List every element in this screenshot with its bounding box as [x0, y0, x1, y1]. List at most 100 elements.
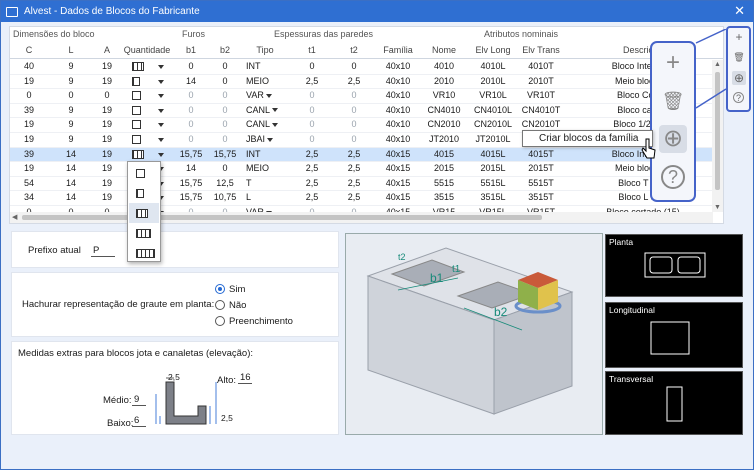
- table-cell-l[interactable]: 9: [52, 76, 90, 86]
- table-cell-b2[interactable]: 0: [208, 76, 242, 86]
- table-cell-l[interactable]: 14: [52, 192, 90, 202]
- quantity-icon[interactable]: [132, 76, 140, 86]
- table-cell-b2[interactable]: 10,75: [208, 192, 242, 202]
- table-cell-t2[interactable]: 2,5: [332, 178, 376, 188]
- quantity-dropdown-arrow-icon[interactable]: [158, 94, 164, 99]
- view-planta[interactable]: Planta: [605, 234, 743, 297]
- table-cell-elong[interactable]: VR10L: [468, 90, 518, 100]
- table-cell-c[interactable]: 19: [10, 163, 48, 173]
- table-row[interactable]: 39 9 19 0 0 CANL 0 0 40x10 CN4010 CN4010L CN4010T Bl…: [10, 104, 713, 119]
- table-cell-a[interactable]: 19: [88, 192, 126, 202]
- table-cell-elong[interactable]: 2010L: [468, 76, 518, 86]
- table-cell-nome[interactable]: VR10: [422, 90, 466, 100]
- type-dropdown-icon[interactable]: [272, 108, 279, 113]
- zoom-delete-icon[interactable]: 🗑: [659, 87, 687, 115]
- table-cell-l[interactable]: 9: [52, 61, 90, 71]
- table-cell-t2[interactable]: 0: [332, 90, 376, 100]
- table-cell-nome[interactable]: 2010: [422, 76, 466, 86]
- column-header[interactable]: A: [88, 45, 126, 55]
- table-cell-c[interactable]: 34: [10, 192, 48, 202]
- quantity-dropdown-arrow-icon[interactable]: [158, 108, 164, 113]
- quantity-icon[interactable]: [132, 62, 144, 71]
- table-cell-c[interactable]: 19: [10, 119, 48, 129]
- table-cell-nome[interactable]: 2015: [422, 163, 466, 173]
- scroll-left-icon[interactable]: ◀: [12, 213, 17, 221]
- table-cell-b2[interactable]: 0: [208, 163, 242, 173]
- table-cell-a[interactable]: 0: [88, 90, 126, 100]
- table-cell-nome[interactable]: JT2010: [422, 134, 466, 144]
- table-cell-l[interactable]: 0: [52, 90, 90, 100]
- column-header[interactable]: Família: [376, 45, 420, 55]
- table-cell-elong[interactable]: CN4010L: [468, 105, 518, 115]
- family-icon[interactable]: ⊕: [732, 71, 746, 85]
- table-cell-c[interactable]: 0: [10, 90, 48, 100]
- table-cell-etrans[interactable]: 2015T: [516, 163, 566, 173]
- table-cell-b1[interactable]: 14: [174, 163, 208, 173]
- quantity-option[interactable]: [129, 183, 159, 203]
- table-cell-a[interactable]: 19: [88, 76, 126, 86]
- quantity-icon[interactable]: [132, 135, 141, 144]
- view-longitudinal[interactable]: Longitudinal: [605, 302, 743, 368]
- table-cell-t2[interactable]: 2,5: [332, 76, 376, 86]
- table-cell-t1[interactable]: 2,5: [290, 178, 334, 188]
- table-cell-tipo[interactable]: MEIO: [242, 163, 288, 173]
- quantity-dropdown-arrow-icon[interactable]: [158, 79, 164, 84]
- table-cell-elong[interactable]: CN2010L: [468, 119, 518, 129]
- table-cell-b1[interactable]: 14: [174, 76, 208, 86]
- table-cell-tipo[interactable]: INT: [242, 61, 288, 71]
- table-cell-nome[interactable]: CN2010: [422, 119, 466, 129]
- table-cell-fam[interactable]: 40x15: [376, 149, 420, 159]
- quantity-dropdown[interactable]: [127, 161, 161, 262]
- column-header[interactable]: Elv Long: [468, 45, 518, 55]
- table-cell-tipo[interactable]: INT: [242, 149, 288, 159]
- table-cell-tipo[interactable]: JBAI: [242, 134, 288, 144]
- quantity-option[interactable]: [129, 203, 159, 223]
- table-cell-c[interactable]: 39: [10, 149, 48, 159]
- quantity-dropdown-arrow-icon[interactable]: [158, 152, 164, 157]
- table-cell-a[interactable]: 19: [88, 119, 126, 129]
- column-header[interactable]: t1: [290, 45, 334, 55]
- table-cell-etrans[interactable]: 4015T: [516, 149, 566, 159]
- table-cell-l[interactable]: 14: [52, 163, 90, 173]
- medio-input[interactable]: 9: [132, 394, 146, 406]
- table-cell-b2[interactable]: 0: [208, 105, 242, 115]
- table-cell-a[interactable]: 19: [88, 134, 126, 144]
- table-cell-elong[interactable]: 4010L: [468, 61, 518, 71]
- close-icon[interactable]: ✕: [734, 4, 745, 18]
- table-cell-t1[interactable]: 2,5: [290, 192, 334, 202]
- table-cell-c[interactable]: 40: [10, 61, 48, 71]
- table-cell-b1[interactable]: 0: [174, 119, 208, 129]
- column-header[interactable]: b2: [208, 45, 242, 55]
- column-header[interactable]: C: [10, 45, 48, 55]
- table-cell-a[interactable]: 19: [88, 163, 126, 173]
- table-cell-nome[interactable]: 3515: [422, 192, 466, 202]
- table-cell-a[interactable]: 19: [88, 61, 126, 71]
- table-cell-tipo[interactable]: L: [242, 192, 288, 202]
- table-cell-fam[interactable]: 40x10: [376, 90, 420, 100]
- quantity-icon[interactable]: [132, 149, 144, 159]
- table-cell-t1[interactable]: 0: [290, 90, 334, 100]
- view-transversal[interactable]: Transversal: [605, 371, 743, 435]
- block-3d-preview[interactable]: b1 b2 t1 t2: [345, 233, 603, 435]
- table-cell-elong[interactable]: 4015L: [468, 149, 518, 159]
- table-cell-b1[interactable]: 0: [174, 61, 208, 71]
- table-cell-tipo[interactable]: CANL: [242, 105, 288, 115]
- table-cell-t1[interactable]: 2,5: [290, 76, 334, 86]
- table-cell-t1[interactable]: 0: [290, 61, 334, 71]
- table-cell-fam[interactable]: 40x10: [376, 105, 420, 115]
- table-cell-l[interactable]: 9: [52, 119, 90, 129]
- prefix-input[interactable]: P: [91, 245, 115, 257]
- table-cell-b2[interactable]: 12,5: [208, 178, 242, 188]
- table-cell-b2[interactable]: 0: [208, 119, 242, 129]
- scroll-down-icon[interactable]: ▼: [714, 204, 721, 211]
- table-cell-tipo[interactable]: CANL: [242, 119, 288, 129]
- column-header[interactable]: Tipo: [242, 45, 288, 55]
- table-cell-b1[interactable]: 15,75: [174, 149, 208, 159]
- table-cell-b1[interactable]: 15,75: [174, 192, 208, 202]
- table-cell-c[interactable]: 54: [10, 178, 48, 188]
- type-dropdown-icon[interactable]: [265, 93, 272, 98]
- zoom-help-icon[interactable]: ?: [661, 165, 685, 189]
- column-header[interactable]: Quantidade: [122, 45, 172, 55]
- type-dropdown-icon[interactable]: [267, 137, 274, 142]
- quantity-dropdown-arrow-icon[interactable]: [158, 65, 164, 69]
